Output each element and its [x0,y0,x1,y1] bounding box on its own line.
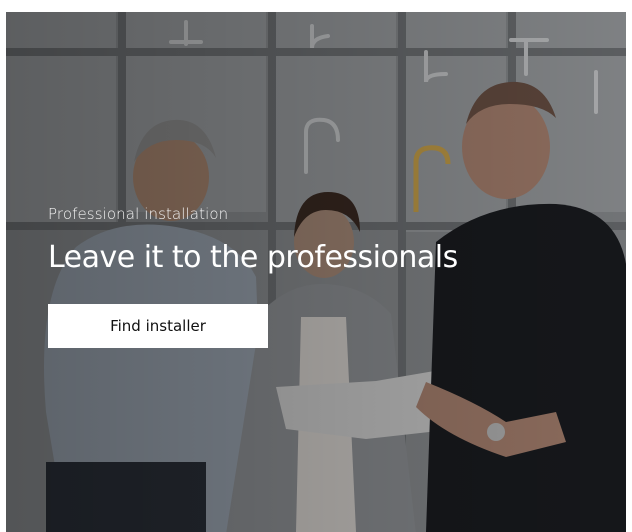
hero-banner: Professional installation Leave it to th… [6,12,626,532]
find-installer-button[interactable]: Find installer [48,304,268,348]
hero-headline: Leave it to the professionals [48,240,458,275]
hero-eyebrow: Professional installation [48,205,229,223]
